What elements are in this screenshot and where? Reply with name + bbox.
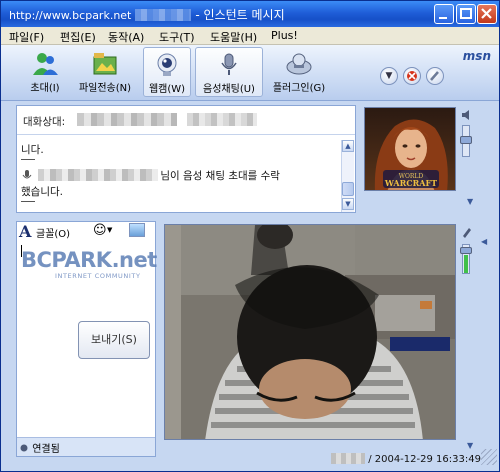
- message-line-1: 니다.: [21, 144, 44, 156]
- message-divider: [21, 159, 35, 160]
- slider-thumb[interactable]: [460, 136, 472, 144]
- webcam-view[interactable]: [164, 224, 456, 440]
- scroll-up-button[interactable]: ▲: [342, 140, 354, 152]
- webcam-timestamp: / 2004-12-29 16:33:49: [331, 453, 481, 465]
- emoticon-dropdown-icon[interactable]: ▼: [107, 226, 112, 234]
- send-button[interactable]: 보내기(S): [78, 321, 150, 359]
- arrow-down-icon: ▼: [345, 200, 351, 208]
- background-picture-icon[interactable]: [129, 223, 145, 237]
- user-name-blurred: [331, 453, 365, 464]
- webcam-video-frame: [165, 225, 455, 439]
- minimize-button[interactable]: [434, 4, 454, 24]
- contact-address-blurred: [77, 113, 177, 126]
- warcraft-avatar-image: WORLD WARCRAFT: [365, 108, 455, 190]
- message-divider: [21, 201, 35, 202]
- font-button[interactable]: 글꼴(O): [36, 225, 70, 240]
- msn-logo: msn: [462, 49, 491, 63]
- conversation-scrollbar[interactable]: ▲ ▼: [341, 140, 354, 212]
- mic-level-indicator: [464, 255, 468, 273]
- file-transfer-button[interactable]: 파일전송(N): [73, 47, 137, 97]
- contact-address-blurred-2: [187, 113, 257, 126]
- invite-icon: [33, 53, 58, 75]
- pencil-icon[interactable]: [461, 226, 473, 241]
- plugin-icon: [286, 53, 312, 75]
- title-bar[interactable]: http://www.bcpark.net - 인스턴트 메시지: [1, 1, 499, 27]
- font-icon[interactable]: A: [19, 222, 31, 241]
- menu-plus[interactable]: Plus!: [271, 29, 298, 42]
- messenger-window: http://www.bcpark.net - 인스턴트 메시지 파일(F) 편집…: [0, 0, 500, 472]
- webcam-icon: [157, 53, 177, 76]
- bcpark-logo: BCPARK.net INTERNET COMMUNITY: [21, 248, 157, 280]
- brush-icon: [430, 71, 439, 81]
- close-icon: [481, 8, 492, 19]
- voice-chat-button[interactable]: 음성채팅(U): [195, 47, 263, 97]
- contact-name-blurred: [135, 9, 192, 21]
- display-options-button[interactable]: ▼: [380, 67, 398, 85]
- microphone-icon: [22, 170, 32, 179]
- collapse-arrow-icon[interactable]: ▼: [467, 441, 473, 450]
- menu-tools[interactable]: 도구(T): [159, 29, 195, 45]
- menu-action[interactable]: 동작(A): [108, 29, 144, 45]
- svg-text:WARCRAFT: WARCRAFT: [384, 178, 437, 188]
- to-label: 대화상대:: [23, 116, 66, 128]
- speaker-icon[interactable]: [461, 109, 473, 124]
- slider-thumb[interactable]: [460, 247, 472, 254]
- connection-status: 연결됨: [19, 440, 60, 455]
- arrow-up-icon: ▲: [345, 142, 351, 150]
- connection-icon: [20, 444, 28, 452]
- contact-name-blurred: [38, 169, 159, 181]
- close-button[interactable]: [477, 4, 497, 24]
- menu-edit[interactable]: 편집(E): [60, 29, 96, 45]
- resize-grip[interactable]: [481, 449, 497, 465]
- window-title: http://www.bcpark.net - 인스턴트 메시지: [9, 8, 285, 22]
- watermark-text: http://www.bcpark.net: [9, 9, 132, 22]
- file-transfer-icon: [93, 53, 117, 75]
- toolbar: 초대(I) 파일전송(N) 웹캠(W) 음성채팅(U) 플러그인(G) ▼ ms…: [1, 45, 499, 101]
- menu-help[interactable]: 도움말(H): [210, 29, 257, 45]
- webcam-button[interactable]: 웹캠(W): [143, 47, 191, 97]
- mic-volume-slider[interactable]: [460, 244, 472, 274]
- chevron-down-icon: ▼: [385, 71, 393, 81]
- scroll-thumb[interactable]: [342, 182, 354, 196]
- speaker-volume-slider[interactable]: [460, 125, 472, 157]
- maximize-icon: [460, 8, 472, 19]
- maximize-button[interactable]: [456, 4, 476, 24]
- plugin-button[interactable]: 플러그인(G): [267, 47, 331, 97]
- message-line-3: 했습니다.: [21, 186, 63, 198]
- expand-avatar-arrow-icon[interactable]: ▼: [467, 197, 473, 206]
- contact-display-picture[interactable]: WORLD WARCRAFT: [364, 107, 456, 191]
- expand-side-arrow-icon[interactable]: ◀: [481, 237, 487, 246]
- block-button[interactable]: [403, 67, 421, 85]
- menu-file[interactable]: 파일(F): [9, 29, 44, 45]
- customize-button[interactable]: [426, 67, 444, 85]
- compose-toolbar: A 글꼴(O) ☺ ▼: [19, 222, 153, 242]
- app-title: 인스턴트 메시지: [203, 8, 285, 22]
- message-line-2: 님이 음성 채팅 초대를 수락: [21, 168, 280, 183]
- scroll-down-button[interactable]: ▼: [342, 198, 354, 210]
- voice-chat-icon: [221, 53, 237, 75]
- conversation-panel: 대화상대: 니다. 님이 음성 채팅 초대를 수락 했습니다. ▲ ▼: [16, 105, 356, 213]
- menu-bar: 파일(F) 편집(E) 동작(A) 도구(T) 도움말(H) Plus!: [1, 27, 499, 45]
- emoticon-icon[interactable]: ☺: [93, 223, 107, 238]
- invite-button[interactable]: 초대(I): [23, 47, 67, 97]
- block-icon: [407, 71, 417, 81]
- minimize-icon: [439, 17, 447, 19]
